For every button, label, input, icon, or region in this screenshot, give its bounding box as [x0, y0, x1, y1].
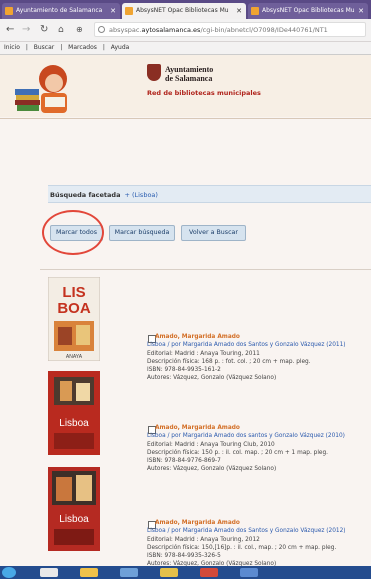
title-link[interactable]: Lisboa / por Margarida Amado dos Santos … — [147, 527, 346, 535]
menu-ayuda[interactable]: Ayuda — [111, 44, 130, 51]
svg-text:Lisboa: Lisboa — [59, 514, 89, 525]
taskbar-app-icon[interactable] — [200, 568, 218, 577]
url-path: /cgi-bin/abnetcl/O7098/IDe440761/NT1 — [200, 26, 328, 34]
banner-divider — [0, 118, 371, 119]
faceted-search-label: Búsqueda facetada — [50, 191, 121, 199]
site-banner: Ayuntamiento de Salamanca Red de bibliot… — [0, 55, 371, 117]
description-text: Descripción física: 150 p. : il. col. ma… — [147, 449, 329, 456]
title-link[interactable]: Lisboa / por Margarida Amado dos Santos … — [147, 341, 346, 349]
page-content: Ayuntamiento de Salamanca Red de bibliot… — [0, 55, 371, 567]
taskbar-chrome-icon[interactable] — [160, 568, 178, 577]
book-cover-image[interactable]: Lisboa — [48, 371, 100, 455]
author-link[interactable]: Amado, Margarida Amado — [147, 424, 345, 432]
os-taskbar — [0, 566, 371, 579]
coat-of-arms-icon — [147, 64, 161, 81]
svg-text:ANAYA: ANAYA — [66, 354, 83, 360]
author-link[interactable]: Amado, Margarida Amado — [147, 333, 346, 341]
highlight-circle — [42, 210, 104, 255]
publisher-text: Editorial: Madrid : Anaya Touring, 2012 — [147, 536, 260, 543]
reading-child-illustration — [15, 65, 67, 113]
book-cover-image[interactable]: Lisboa — [48, 467, 100, 551]
svg-text:BOA: BOA — [57, 300, 91, 317]
home-icon[interactable]: ⌂ — [58, 23, 64, 37]
publisher-text: Editorial: Madrid : Anaya Touring Club, … — [147, 441, 275, 448]
publisher-text: Editorial: Madrid : Anaya Touring, 2011 — [147, 350, 260, 357]
result-item: LIS BOA ANAYA Amado, Margarida Amado Lis… — [40, 273, 371, 381]
favicon-icon — [125, 7, 133, 15]
close-tab-icon[interactable]: ✕ — [236, 3, 242, 19]
tab-ayuntamiento[interactable]: Ayuntamiento de Salamanca ✕ — [2, 3, 120, 19]
site-info-icon[interactable] — [98, 26, 105, 33]
url-domain: aytosalamanca.es — [141, 26, 201, 34]
reload-icon[interactable]: ↻ — [40, 23, 48, 37]
svg-text:LIS: LIS — [62, 284, 85, 301]
taskbar-explorer-icon[interactable] — [80, 568, 98, 577]
tab-absysnet[interactable]: AbsysNET Opac Bibliotecas Mu ✕ — [248, 3, 368, 19]
favicon-icon — [5, 7, 13, 15]
address-bar-row: ← → ↻ ⌂ ⊕ absyspac.aytosalamanca.es/cgi-… — [0, 19, 371, 42]
faceted-search-bar: Búsqueda facetada + (Lisboa) — [48, 185, 371, 203]
description-text: Descripción física: 150,[16]p. : il. col… — [147, 544, 337, 551]
tab-label: AbsysNET Opac Bibliotecas Mu — [262, 7, 355, 14]
start-button-icon[interactable] — [2, 567, 16, 578]
top-menu-bar: Inicio | Buscar | Marcados | Ayuda — [0, 42, 371, 55]
back-to-search-button[interactable]: Volver a Buscar — [181, 225, 246, 241]
favicon-icon — [251, 7, 259, 15]
close-tab-icon[interactable]: ✕ — [110, 3, 116, 19]
city-logo-text: Ayuntamiento de Salamanca — [165, 65, 214, 83]
isbn-text: ISBN: 978-84-9935-326-5 — [147, 553, 221, 560]
result-item: Lisboa Amado, Margarida Amado Lisboa / p… — [40, 368, 371, 472]
library-network-subtitle: Red de bibliotecas municipales — [147, 89, 261, 97]
taskbar-media-icon[interactable] — [120, 568, 138, 577]
taskbar-word-icon[interactable] — [240, 568, 258, 577]
book-cover-image[interactable]: LIS BOA ANAYA — [48, 277, 100, 361]
close-tab-icon[interactable]: ✕ — [358, 3, 364, 19]
url-prefix: absyspac. — [109, 26, 142, 34]
tab-label: Ayuntamiento de Salamanca — [16, 7, 103, 14]
menu-buscar[interactable]: Buscar — [34, 44, 55, 51]
browser-tab-strip: Ayuntamiento de Salamanca ✕ AbsysNET Opa… — [0, 0, 371, 19]
results-divider — [40, 269, 371, 270]
tab-absysnet-active[interactable]: AbsysNET Opac Bibliotecas Mu ✕ — [122, 3, 246, 19]
taskbar-ie-icon[interactable] — [40, 568, 58, 577]
author-link[interactable]: Amado, Margarida Amado — [147, 519, 346, 527]
menu-inicio[interactable]: Inicio — [4, 44, 20, 51]
title-link[interactable]: Lisboa / por Margarida Amado dos santos … — [147, 432, 345, 440]
tab-label: AbsysNET Opac Bibliotecas Mu — [136, 7, 229, 14]
menu-marcados[interactable]: Marcados — [68, 44, 97, 51]
forward-arrow-icon[interactable]: → — [22, 23, 30, 37]
svg-text:Lisboa: Lisboa — [59, 418, 89, 429]
url-input[interactable]: absyspac.aytosalamanca.es/cgi-bin/abnetc… — [94, 22, 366, 37]
result-details: Amado, Margarida Amado Lisboa / por Marg… — [147, 519, 346, 569]
result-item: Lisboa Amado, Margarida Amado Lisboa / p… — [40, 463, 371, 567]
facet-lisboa-link[interactable]: + (Lisboa) — [124, 191, 157, 199]
description-text: Descripción física: 168 p. : fot. col. ;… — [147, 358, 311, 365]
back-arrow-icon[interactable]: ← — [6, 23, 14, 37]
extension-icon[interactable]: ⊕ — [76, 23, 83, 37]
mark-search-button[interactable]: Marcar búsqueda — [109, 225, 175, 241]
